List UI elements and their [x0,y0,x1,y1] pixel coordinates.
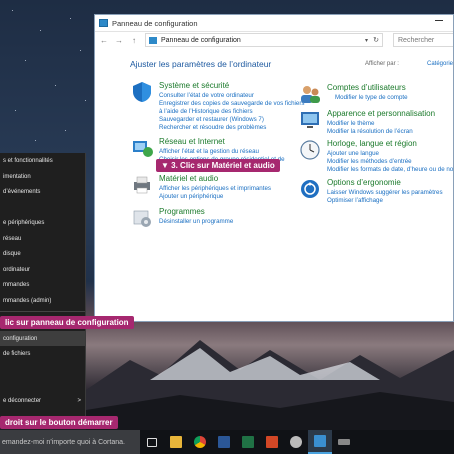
menu-item-device-manager[interactable]: e périphériques [0,215,85,231]
category-link[interactable]: Modifier le thème [327,120,413,128]
category-title[interactable]: Réseau et Internet [159,137,225,146]
category-link[interactable]: Laisser Windows suggérer les paramètres [327,189,443,197]
taskbar: emandez-moi n’importe quoi à Cortana. [0,430,454,454]
category-link[interactable]: Consulter l’état de votre ordinateur [159,92,305,100]
category-link[interactable]: Modifier les formats de date, d’heure ou… [327,166,453,174]
callout-step-2: lic sur panneau de configuration [0,316,134,329]
menu-item-apps-features[interactable]: s et fonctionnalités [0,153,85,169]
category-title[interactable]: Horloge, langue et région [327,139,417,148]
menu-item-system[interactable] [0,200,85,216]
category-link[interactable]: Rechercher et résoudre des problèmes [159,124,305,132]
menu-item-disk-management[interactable]: disque [0,246,85,262]
category-title[interactable]: Apparence et personnalisation [327,109,435,118]
cortana-search-box[interactable]: emandez-moi n’importe quoi à Cortana. [0,430,140,454]
category-link[interactable]: Modifier le type de compte [327,94,408,102]
category-link[interactable]: Afficher l’état et la gestion du réseau [159,148,285,156]
category-link[interactable]: Désinstaller un programme [159,218,233,226]
menu-item-computer-management[interactable]: ordinateur [0,262,85,278]
category-title[interactable]: Programmes [159,207,205,216]
control-panel-icon[interactable] [308,430,332,454]
breadcrumb: Panneau de configuration [161,36,241,44]
ease-of-access-icon [301,180,319,198]
menu-item-run[interactable] [0,377,85,393]
power-user-menu: s et fonctionnalités imentation d’événem… [0,153,86,417]
folder-icon [149,36,157,44]
view-by-dropdown[interactable]: Catégorie [427,61,453,67]
window-title: Panneau de configuration [112,18,198,28]
display-icon [301,112,319,128]
category-link[interactable]: Sauvegarder et restaurer (Windows 7) [159,116,305,124]
address-bar[interactable]: Panneau de configuration ▾ ↻ [145,33,383,47]
category-link[interactable]: Ajouter une langue [327,150,453,158]
category-link[interactable]: Enregistrer des copies de sauvegarde de … [159,100,305,108]
callout-step-1: droit sur le bouton démarrer [0,416,118,429]
menu-item-network-connections[interactable]: réseau [0,231,85,247]
title-bar: Panneau de configuration [95,15,453,32]
category-link[interactable]: Ajouter un périphérique [159,193,271,201]
clock-icon [300,140,320,160]
back-icon[interactable]: ← [99,36,109,45]
category-title[interactable]: Options d’ergonomie [327,178,401,187]
forward-icon[interactable]: → [114,36,124,45]
refresh-icon[interactable]: ↻ [373,36,379,44]
minimize-button[interactable] [435,20,443,21]
category-link[interactable]: Optimiser l’affichage [327,197,443,205]
menu-item-control-panel[interactable]: configuration [0,330,85,346]
menu-item-shutdown[interactable]: e déconnecter > [0,393,85,409]
menu-item-event-viewer[interactable]: d’événements [0,184,85,200]
shield-icon [133,82,151,102]
category-link[interactable]: à l’aide de l’Historique des fichiers [159,108,305,116]
category-title[interactable]: Comptes d’utilisateurs [327,83,406,92]
file-explorer-icon[interactable] [164,430,188,454]
storage-icon[interactable] [332,430,356,454]
page-title: Ajuster les paramètres de l’ordinateur [130,59,272,69]
powerpoint-icon[interactable] [260,430,284,454]
menu-item-search[interactable] [0,362,85,378]
category-title[interactable]: Système et sécurité [159,81,229,90]
menu-item-file-explorer[interactable]: de fichiers [0,346,85,362]
menu-item-command-prompt-admin[interactable]: mmandes (admin) [0,293,85,309]
submenu-arrow-icon: > [77,397,81,404]
task-view-icon[interactable] [140,430,164,454]
excel-icon[interactable] [236,430,260,454]
menu-item-power-options[interactable]: imentation [0,169,85,185]
category-link[interactable]: Modifier les méthodes d’entrée [327,158,453,166]
up-icon[interactable]: ↑ [129,36,139,45]
programs-icon [133,210,151,227]
menu-divider [0,311,85,312]
control-panel-icon [99,19,108,27]
menu-item-command-prompt[interactable]: mmandes [0,277,85,293]
menu-item-label: e déconnecter [3,397,42,404]
network-icon [133,141,153,157]
category-title[interactable]: Matériel et audio [159,174,218,183]
category-link[interactable]: Modifier la résolution de l’écran [327,128,413,136]
search-input[interactable]: Rechercher [393,33,453,47]
callout-step-3: ▼ 3. Clic sur Matériel et audio [156,159,280,172]
printer-icon [134,176,150,194]
app-icon[interactable] [284,430,308,454]
chevron-down-icon[interactable]: ▾ [365,37,368,44]
view-by-label: Afficher par : [365,61,399,67]
category-link[interactable]: Afficher les périphériques et imprimante… [159,185,271,193]
chrome-icon[interactable] [188,430,212,454]
users-icon [301,86,320,103]
word-icon[interactable] [212,430,236,454]
